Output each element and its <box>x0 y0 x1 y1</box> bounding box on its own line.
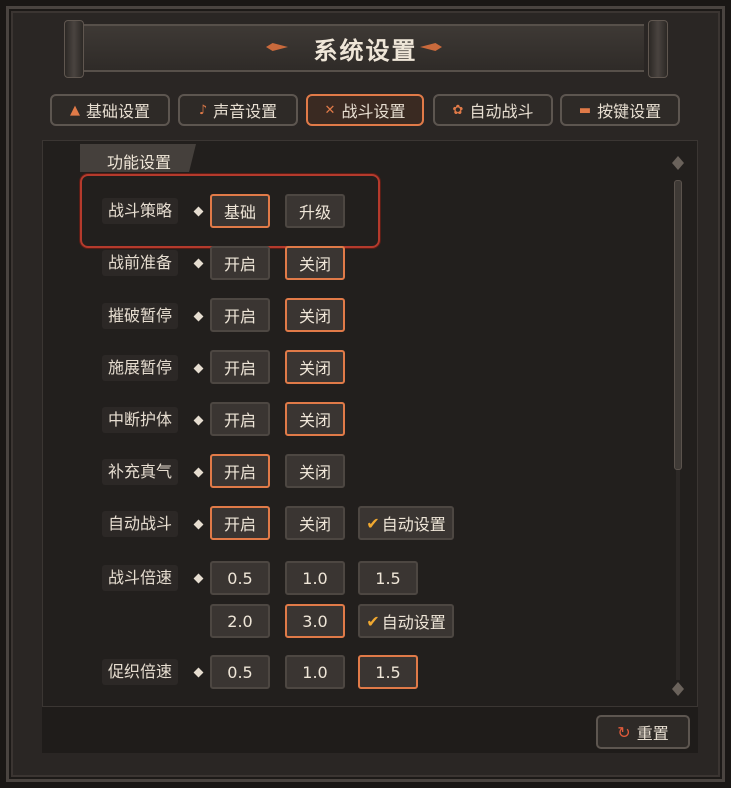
cricket-speed-0.5[interactable]: 0.5 <box>210 655 270 689</box>
auto-setting-label: 自动设置 <box>381 613 446 632</box>
row-label-replenish-qi: 补充真气 <box>102 459 179 485</box>
checkmark-icon: ✔ <box>366 513 380 533</box>
tab-label: 战斗设置 <box>341 102 406 121</box>
option-on[interactable]: 开启 <box>210 350 270 384</box>
tab-sound-settings[interactable]: ♪ 声音设置 <box>178 94 298 126</box>
tab-auto-combat[interactable]: ✿ 自动战斗 <box>433 94 553 126</box>
row-label-break-pause: 摧破暂停 <box>102 303 179 329</box>
row-label-cast-pause: 施展暂停 <box>102 355 179 381</box>
checkmark-icon: ✔ <box>366 611 380 631</box>
speed-option-0.5[interactable]: 0.5 <box>210 561 270 595</box>
tab-combat-settings[interactable]: ✕ 战斗设置 <box>306 94 424 126</box>
option-basic[interactable]: 基础 <box>210 194 270 228</box>
scroll-thumb[interactable] <box>674 180 682 470</box>
auto-setting-label: 自动设置 <box>381 515 446 534</box>
option-on[interactable]: 开启 <box>210 454 270 488</box>
row-label-auto-combat: 自动战斗 <box>102 511 179 537</box>
reset-label: 重置 <box>636 724 669 743</box>
option-upgrade[interactable]: 升级 <box>285 194 345 228</box>
option-on[interactable]: 开启 <box>210 298 270 332</box>
row-label-combat-strategy: 战斗策略 <box>102 198 179 224</box>
row-label-interrupt-guard: 中断护体 <box>102 407 179 433</box>
refresh-icon: ↻ <box>617 722 631 742</box>
option-on[interactable]: 开启 <box>210 246 270 280</box>
option-off[interactable]: 关闭 <box>285 506 345 540</box>
tab-label: 基础设置 <box>85 102 150 121</box>
option-off[interactable]: 关闭 <box>285 246 345 280</box>
section-title: 功能设置 <box>107 153 172 172</box>
option-off[interactable]: 关闭 <box>285 402 345 436</box>
row-label-combat-speed: 战斗倍速 <box>102 565 179 591</box>
reset-button[interactable]: ↻ 重置 <box>596 715 690 749</box>
flower-icon: ✿ <box>452 102 464 118</box>
page-title: 系统设置 <box>313 37 418 65</box>
option-off[interactable]: 关闭 <box>285 454 345 488</box>
speed-option-2.0[interactable]: 2.0 <box>210 604 270 638</box>
cricket-speed-1.5[interactable]: 1.5 <box>358 655 418 689</box>
option-off[interactable]: 关闭 <box>285 350 345 384</box>
tab-label: 声音设置 <box>213 102 278 121</box>
speed-option-3.0[interactable]: 3.0 <box>285 604 345 638</box>
option-on[interactable]: 开启 <box>210 402 270 436</box>
tab-key-settings[interactable]: ▬ 按键设置 <box>560 94 680 126</box>
scrollbar[interactable] <box>672 156 684 696</box>
row-label-cricket-speed: 促织倍速 <box>102 659 179 685</box>
flask-icon: ▲ <box>69 102 80 118</box>
music-icon: ♪ <box>198 102 208 118</box>
auto-setting-checkbox[interactable]: ✔ 自动设置 <box>358 506 454 540</box>
option-off[interactable]: 关闭 <box>285 298 345 332</box>
option-on[interactable]: 开启 <box>210 506 270 540</box>
cricket-speed-1.0[interactable]: 1.0 <box>285 655 345 689</box>
tab-basic-settings[interactable]: ▲ 基础设置 <box>50 94 170 126</box>
speed-option-1.0[interactable]: 1.0 <box>285 561 345 595</box>
speed-option-1.5[interactable]: 1.5 <box>358 561 418 595</box>
tab-label: 自动战斗 <box>469 102 534 121</box>
row-label-pre-battle: 战前准备 <box>102 250 179 276</box>
tab-label: 按键设置 <box>597 102 662 121</box>
keycap-icon: ▬ <box>578 102 592 118</box>
auto-speed-checkbox[interactable]: ✔ 自动设置 <box>358 604 454 638</box>
crossed-swords-icon: ✕ <box>324 102 336 118</box>
